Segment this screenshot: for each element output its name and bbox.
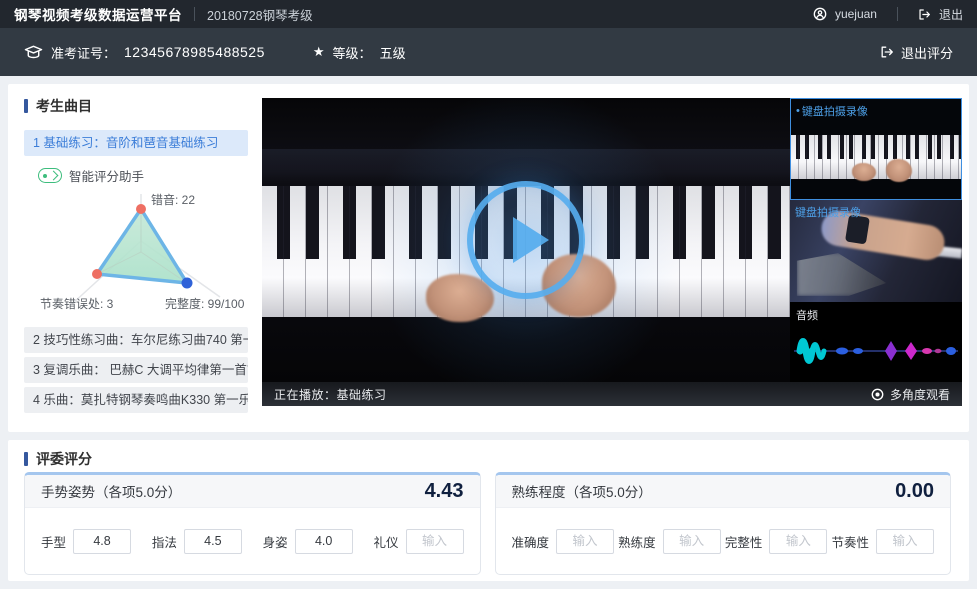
- cam1-label: 键盘拍摄录像: [802, 103, 868, 119]
- exit-scoring-button[interactable]: 退出评分: [880, 43, 953, 62]
- now-playing-text: 正在播放：基础练习: [274, 386, 387, 403]
- navbar-divider-2: [897, 7, 898, 21]
- cam1-keyboard: [791, 135, 961, 179]
- song-item-1[interactable]: 1 基础练习：音阶和琶音基础练习: [24, 130, 248, 156]
- field-completeness: 完整性: [725, 529, 828, 554]
- cam1-right-hand: [886, 159, 912, 182]
- username[interactable]: yuejuan: [835, 7, 877, 21]
- cam1-left-hand: [852, 163, 876, 181]
- graduation-cap-icon: [24, 44, 43, 60]
- exit-scoring-label: 退出评分: [901, 43, 953, 62]
- app-title: 钢琴视频考级数据运营平台: [14, 4, 182, 24]
- radar-label-rhythm-errors: 节奏错误处: 3: [40, 295, 113, 312]
- exam-info-bar: 准考证号： 12345678985488525 ★ 等级： 五级 退出评分: [0, 28, 977, 76]
- exam-panel: 考生曲目 1 基础练习：音阶和琶音基础练习 智能评分助手: [8, 84, 969, 432]
- proficiency-label: 熟练度: [618, 532, 656, 551]
- radar-label-wrong-notes: 错音: 22: [151, 191, 195, 208]
- ticket-number: 12345678985488525: [124, 44, 265, 60]
- etiquette-input[interactable]: [406, 529, 464, 554]
- field-rhythm: 节奏性: [831, 529, 934, 554]
- rhythm-input[interactable]: [876, 529, 934, 554]
- hand-shape-label: 手型: [41, 532, 66, 551]
- song-item-3[interactable]: 3 复调乐曲： 巴赫C 大调平均律第一首前奏曲: [24, 357, 248, 383]
- scoring-title-text: 评委评分: [36, 449, 92, 469]
- ticket-label: 准考证号：: [51, 43, 116, 62]
- assistant-icon: [38, 168, 62, 183]
- proficiency-input[interactable]: [663, 529, 721, 554]
- video-side-panels: • 键盘拍摄录像 键盘拍摄录像: [790, 98, 962, 382]
- etiquette-label: 礼仪: [373, 532, 398, 551]
- audio-panel[interactable]: 音频: [790, 302, 962, 382]
- top-navbar: 钢琴视频考级数据运营平台 20180728钢琴考级 yuejuan 退出: [0, 0, 977, 28]
- radar-chart: 错音: 22 节奏错误处: 3 完整度: 99/100: [24, 192, 248, 322]
- hand-shape-input[interactable]: [73, 529, 131, 554]
- gesture-card-score: 4.43: [425, 480, 464, 503]
- radar-point-rhythm-errors: [92, 269, 102, 279]
- navbar-divider: [194, 7, 195, 21]
- camera-view-front[interactable]: • 键盘拍摄录像: [790, 98, 962, 200]
- user-icon: [813, 7, 827, 21]
- scoring-panel: 评委评分 手势姿势（各项5.0分） 4.43 手型 指法: [8, 440, 969, 581]
- logout-icon: [918, 8, 931, 21]
- multi-angle-button[interactable]: 多角度观看: [871, 386, 950, 403]
- cam2-label: 键盘拍摄录像: [795, 204, 861, 220]
- field-etiquette: 礼仪: [373, 529, 463, 554]
- fingering-label: 指法: [152, 532, 177, 551]
- fingering-input[interactable]: [184, 529, 242, 554]
- camera-view-side[interactable]: 键盘拍摄录像: [790, 200, 962, 302]
- score-card-gesture: 手势姿势（各项5.0分） 4.43 手型 指法 身姿: [24, 472, 481, 575]
- posture-label: 身姿: [263, 532, 288, 551]
- song-list-title: 考生曲目: [24, 96, 92, 116]
- completeness-input[interactable]: [769, 529, 827, 554]
- star-icon: ★: [313, 44, 325, 60]
- score-card-proficiency: 熟练程度（各项5.0分） 0.00 准确度 熟练度 完整性: [495, 472, 952, 575]
- ticket-group: 准考证号： 12345678985488525: [24, 43, 265, 62]
- smart-score-assistant: 智能评分助手: [38, 166, 144, 185]
- song-list-title-text: 考生曲目: [36, 96, 92, 116]
- radar-point-wrong-notes: [136, 204, 146, 214]
- cam1-bullet: •: [796, 105, 800, 117]
- eye-icon: [871, 388, 884, 401]
- level-label: 等级：: [333, 43, 372, 62]
- video-status-bar: 正在播放：基础练习 多角度观看: [262, 382, 962, 406]
- gesture-card-title: 手势姿势（各项5.0分）: [41, 481, 181, 501]
- field-hand-shape: 手型: [41, 529, 131, 554]
- radar-point-completeness: [182, 278, 193, 289]
- exit-scoring-icon: [880, 45, 894, 59]
- video-player: • 键盘拍摄录像 键盘拍摄录像: [262, 98, 962, 406]
- accuracy-label: 准确度: [512, 532, 550, 551]
- accuracy-input[interactable]: [556, 529, 614, 554]
- audio-label: 音频: [796, 307, 818, 323]
- radar-label-completeness: 完整度: 99/100: [165, 295, 244, 312]
- song-item-2[interactable]: 2 技巧性练习曲：车尔尼练习曲740 第一首: [24, 327, 248, 353]
- field-posture: 身姿: [263, 529, 353, 554]
- proficiency-card-score: 0.00: [895, 480, 934, 503]
- level-value: 五级: [380, 43, 406, 62]
- scoring-title: 评委评分: [24, 449, 92, 469]
- session-title: 20180728钢琴考级: [207, 5, 313, 24]
- assistant-label: 智能评分助手: [69, 166, 144, 185]
- main-video[interactable]: [262, 98, 790, 382]
- completeness-label: 完整性: [725, 532, 763, 551]
- field-fingering: 指法: [152, 529, 242, 554]
- cam1-key-separators: [791, 135, 961, 179]
- level-group: ★ 等级： 五级: [313, 43, 406, 62]
- multi-angle-label: 多角度观看: [890, 386, 950, 403]
- song-list: 考生曲目 1 基础练习：音阶和琶音基础练习 智能评分助手: [24, 96, 248, 426]
- cam2-floor: [797, 253, 886, 296]
- section-bar: [24, 99, 28, 113]
- field-proficiency: 熟练度: [618, 529, 721, 554]
- proficiency-card-title: 熟练程度（各项5.0分）: [512, 481, 652, 501]
- song-item-4[interactable]: 4 乐曲：莫扎特钢琴奏鸣曲K330 第一乐章: [24, 387, 248, 413]
- rhythm-label: 节奏性: [831, 532, 869, 551]
- logout-button[interactable]: 退出: [939, 6, 963, 23]
- play-icon: [513, 217, 549, 263]
- section-bar: [24, 452, 28, 466]
- app-root: 钢琴视频考级数据运营平台 20180728钢琴考级 yuejuan 退出 准考证…: [0, 0, 977, 589]
- audio-waveform: [790, 328, 962, 374]
- field-accuracy: 准确度: [512, 529, 615, 554]
- play-button[interactable]: [467, 181, 585, 299]
- posture-input[interactable]: [295, 529, 353, 554]
